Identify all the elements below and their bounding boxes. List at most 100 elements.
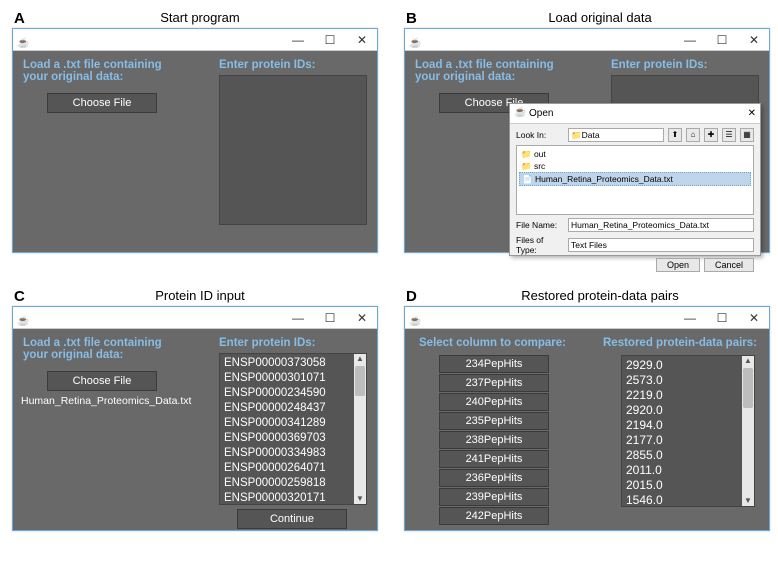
list-item: 2929.0 xyxy=(626,358,750,373)
list-item: ENSP00000341289 xyxy=(224,416,362,431)
loaded-filename: Human_Retina_Proteomics_Data.txt xyxy=(21,395,191,407)
list-item: 2177.0 xyxy=(626,433,750,448)
open-button[interactable]: Open xyxy=(656,258,700,272)
panel-b-label: B xyxy=(406,10,417,27)
list-item: 2573.0 xyxy=(626,373,750,388)
minimize-button[interactable]: — xyxy=(287,33,309,47)
scroll-down-icon[interactable]: ▼ xyxy=(355,494,365,504)
filetype-label: Files of Type: xyxy=(516,235,564,255)
choose-file-button[interactable]: Choose File xyxy=(47,93,157,113)
lookin-label: Look In: xyxy=(516,130,564,140)
file-item-selected[interactable]: 📄 Human_Retina_Proteomics_Data.txt xyxy=(519,172,751,186)
minimize-button[interactable]: — xyxy=(679,311,701,325)
column-button[interactable]: 236PepHits xyxy=(439,469,549,487)
detail-view-icon[interactable]: ▦ xyxy=(740,128,754,142)
protein-id-list[interactable]: ENSP00000373058 ENSP00000301071 ENSP0000… xyxy=(219,353,367,505)
list-item: ENSP00000334983 xyxy=(224,446,362,461)
minimize-button[interactable]: — xyxy=(679,33,701,47)
panel-d-label: D xyxy=(406,288,417,305)
filename-field[interactable]: Human_Retina_Proteomics_Data.txt xyxy=(568,218,754,232)
panel-a-label: A xyxy=(14,10,25,27)
dialog-close-button[interactable]: ✕ xyxy=(748,108,756,119)
column-button[interactable]: 237PepHits xyxy=(439,374,549,392)
list-item: 2015.0 xyxy=(626,478,750,493)
maximize-button[interactable]: ☐ xyxy=(711,33,733,47)
list-item: 1546.0 xyxy=(626,493,750,508)
window-c: — ☐ ✕ Load a .txt file containing your o… xyxy=(12,306,378,531)
scrollbar[interactable]: ▲ ▼ xyxy=(354,354,366,504)
dialog-titlebar: Open ✕ xyxy=(510,104,760,124)
load-label-line2: your original data: xyxy=(415,71,554,83)
titlebar: — ☐ ✕ xyxy=(405,29,769,51)
list-item: 2219.0 xyxy=(626,388,750,403)
java-icon xyxy=(409,311,421,325)
cancel-button[interactable]: Cancel xyxy=(704,258,754,272)
maximize-button[interactable]: ☐ xyxy=(319,33,341,47)
pairs-list[interactable]: 2929.0 2573.0 2219.0 2920.0 2194.0 2177.… xyxy=(621,355,755,507)
scroll-down-icon[interactable]: ▼ xyxy=(743,496,753,506)
new-folder-icon[interactable]: ✚ xyxy=(704,128,718,142)
lookin-combo[interactable]: 📁 Data xyxy=(568,128,664,142)
titlebar: — ☐ ✕ xyxy=(13,307,377,329)
scroll-up-icon[interactable]: ▲ xyxy=(743,356,753,366)
open-dialog: Open ✕ Look In: 📁 Data ⬆ ⌂ ✚ ☰ ▦ 📁 out 📁… xyxy=(509,103,761,256)
load-label-line1: Load a .txt file containing xyxy=(23,59,162,71)
titlebar: — ☐ ✕ xyxy=(13,29,377,51)
enter-ids-label: Enter protein IDs: xyxy=(219,59,315,71)
choose-file-button[interactable]: Choose File xyxy=(47,371,157,391)
maximize-button[interactable]: ☐ xyxy=(319,311,341,325)
list-item: 2194.0 xyxy=(626,418,750,433)
load-label-line1: Load a .txt file containing xyxy=(415,59,554,71)
list-item: ENSP00000320171 xyxy=(224,491,362,506)
titlebar: — ☐ ✕ xyxy=(405,307,769,329)
window-a: — ☐ ✕ Load a .txt file containing your o… xyxy=(12,28,378,253)
up-folder-icon[interactable]: ⬆ xyxy=(668,128,682,142)
list-item: ENSP00000248437 xyxy=(224,401,362,416)
list-item: ENSP00000373058 xyxy=(224,356,362,371)
panel-d-title: Restored protein-data pairs xyxy=(500,288,700,303)
scroll-thumb[interactable] xyxy=(355,366,365,396)
list-view-icon[interactable]: ☰ xyxy=(722,128,736,142)
load-label-line2: your original data: xyxy=(23,71,162,83)
column-button[interactable]: 239PepHits xyxy=(439,488,549,506)
home-icon[interactable]: ⌂ xyxy=(686,128,700,142)
list-item: ENSP00000301071 xyxy=(224,371,362,386)
column-button[interactable]: 242PepHits xyxy=(439,507,549,525)
file-item[interactable]: 📁 src xyxy=(519,160,751,172)
list-item: 2011.0 xyxy=(626,463,750,478)
column-button[interactable]: 240PepHits xyxy=(439,393,549,411)
panel-c-label: C xyxy=(14,288,25,305)
scroll-thumb[interactable] xyxy=(743,368,753,408)
list-item: ENSP00000234590 xyxy=(224,386,362,401)
list-item: ENSP00000369703 xyxy=(224,431,362,446)
column-button[interactable]: 238PepHits xyxy=(439,431,549,449)
filename-label: File Name: xyxy=(516,220,564,230)
column-button[interactable]: 235PepHits xyxy=(439,412,549,430)
java-icon xyxy=(514,107,526,121)
pairs-label: Restored protein-data pairs: xyxy=(603,337,757,349)
list-item: 2855.0 xyxy=(626,448,750,463)
protein-id-textbox[interactable] xyxy=(219,75,367,225)
column-button[interactable]: 234PepHits xyxy=(439,355,549,373)
load-label-line2: your original data: xyxy=(23,349,162,361)
minimize-button[interactable]: — xyxy=(287,311,309,325)
close-button[interactable]: ✕ xyxy=(743,33,765,47)
close-button[interactable]: ✕ xyxy=(351,33,373,47)
filetype-combo[interactable]: Text Files xyxy=(568,238,754,252)
column-button[interactable]: 241PepHits xyxy=(439,450,549,468)
continue-button[interactable]: Continue xyxy=(237,509,347,529)
panel-b-title: Load original data xyxy=(530,10,670,25)
maximize-button[interactable]: ☐ xyxy=(711,311,733,325)
scrollbar[interactable]: ▲ ▼ xyxy=(742,356,754,506)
list-item: 2920.0 xyxy=(626,403,750,418)
panel-a-title: Start program xyxy=(130,10,270,25)
file-item[interactable]: 📁 out xyxy=(519,148,751,160)
window-d: — ☐ ✕ Select column to compare: 234PepHi… xyxy=(404,306,770,531)
file-list[interactable]: 📁 out 📁 src 📄 Human_Retina_Proteomics_Da… xyxy=(516,145,754,215)
close-button[interactable]: ✕ xyxy=(743,311,765,325)
select-column-label: Select column to compare: xyxy=(419,337,566,349)
close-button[interactable]: ✕ xyxy=(351,311,373,325)
java-icon xyxy=(17,311,29,325)
load-label-line1: Load a .txt file containing xyxy=(23,337,162,349)
scroll-up-icon[interactable]: ▲ xyxy=(355,354,365,364)
